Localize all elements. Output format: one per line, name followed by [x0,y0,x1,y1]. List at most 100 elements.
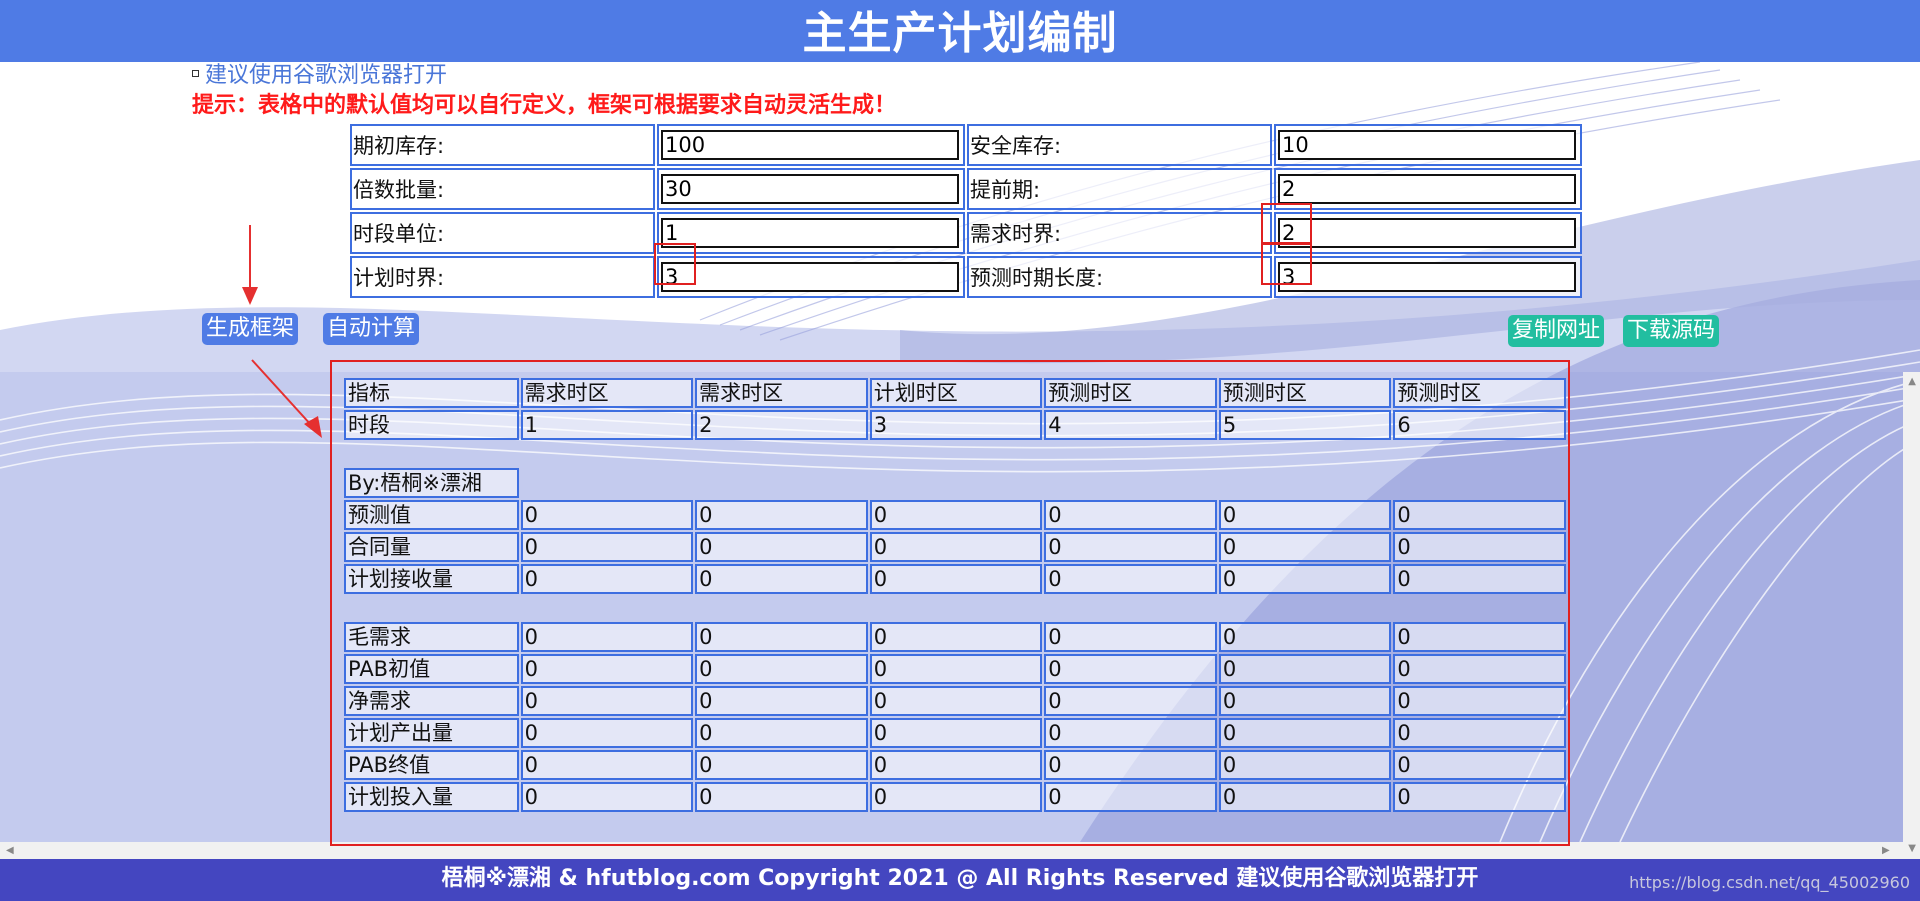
param-row: 倍数批量: 提前期: [350,168,1582,210]
down-arrow-icon [242,225,258,305]
scroll-up-icon[interactable]: ▲ [1908,376,1916,387]
param-label: 提前期: [967,168,1272,210]
scroll-right-icon[interactable]: ▶ [1882,845,1890,856]
metric-row: 计划投入量 0 0 0 0 0 0 [344,782,1566,812]
value-cell: 0 [520,718,694,748]
source-watermark: https://blog.csdn.net/qq_45002960 [1629,873,1910,892]
tip-text: 提示：表格中的默认值均可以自行定义，框架可根据要求自动灵活生成！ [192,93,897,118]
param-label: 预测时期长度: [967,256,1272,298]
metric-row: 净需求 0 0 0 0 0 0 [344,686,1566,716]
value-cell: 0 [1393,564,1566,594]
period-unit-input[interactable] [661,218,959,248]
value-cell: 0 [520,654,694,684]
initial-inventory-input[interactable] [661,130,959,160]
metric-label: 计划产出量 [344,718,519,748]
value-cell: 0 [695,532,868,562]
value-cell: 0 [1393,622,1566,652]
download-source-button[interactable]: 下载源码 [1623,315,1720,347]
param-label: 安全库存: [967,124,1272,166]
value-cell: 0 [1044,718,1217,748]
value-cell: 0 [695,654,868,684]
value-cell: 0 [1218,782,1392,812]
value-cell: 0 [1393,532,1566,562]
mps-grid: 指标 需求时区 需求时区 计划时区 预测时区 预测时区 预测时区 时段 1 2 … [342,376,1568,814]
copy-url-button[interactable]: 复制网址 [1508,315,1605,347]
value-cell: 0 [520,750,694,780]
value-cell: 0 [869,500,1043,530]
bullet-icon [192,69,199,77]
param-row: 计划时界: 预测时期长度: [350,256,1582,298]
zone-row: 指标 需求时区 需求时区 计划时区 预测时区 预测时区 预测时区 [344,378,1566,408]
value-cell: 0 [869,782,1043,812]
demand-time-fence-input[interactable] [1278,218,1576,248]
page-header: 主生产计划编制 [0,0,1920,62]
browser-recommendation-link[interactable]: 建议使用谷歌浏览器打开 [192,63,447,89]
value-cell: 0 [1393,750,1566,780]
metric-row: PAB初值 0 0 0 0 0 0 [344,654,1566,684]
scroll-left-icon[interactable]: ◀ [6,845,14,856]
highlight-box [654,243,696,285]
value-cell: 0 [1044,750,1217,780]
param-row: 时段单位: 需求时界: [350,212,1582,254]
page-title: 主生产计划编制 [802,8,1118,59]
value-cell: 0 [695,686,868,716]
metric-label: 净需求 [344,686,519,716]
period-cell: 6 [1393,410,1566,440]
value-cell: 0 [1218,500,1392,530]
value-cell: 0 [1044,686,1217,716]
value-cell: 0 [1218,750,1392,780]
lot-multiple-input[interactable] [661,174,959,204]
value-cell: 0 [869,654,1043,684]
value-cell: 0 [520,782,694,812]
metric-label: 计划接收量 [344,564,519,594]
parameter-table: 期初库存: 安全库存: 倍数批量: 提前期: 时段单位: 需求时界: 计划时界:… [348,122,1584,300]
param-row: 期初库存: 安全库存: [350,124,1582,166]
zone-cell: 预测时区 [1044,378,1217,408]
metric-row: PAB终值 0 0 0 0 0 0 [344,750,1566,780]
lead-time-input[interactable] [1278,174,1576,204]
value-cell: 0 [869,750,1043,780]
value-cell: 0 [520,622,694,652]
value-cell: 0 [520,500,694,530]
forecast-period-length-input[interactable] [1278,262,1576,292]
metric-label: PAB初值 [344,654,519,684]
vertical-scrollbar[interactable] [1903,372,1920,859]
value-cell: 0 [695,718,868,748]
value-cell: 0 [695,622,868,652]
value-cell: 0 [1393,500,1566,530]
scroll-down-icon[interactable]: ▼ [1908,843,1916,854]
author-row: By:梧桐※漂湘 [344,468,1566,498]
param-label: 期初库存: [350,124,655,166]
value-cell: 0 [1044,622,1217,652]
value-cell: 0 [1218,532,1392,562]
value-cell: 0 [1218,686,1392,716]
zone-cell: 需求时区 [520,378,694,408]
value-cell: 0 [1044,782,1217,812]
generate-framework-button[interactable]: 生成框架 [202,313,299,345]
diagonal-arrow-icon [251,359,322,438]
zone-cell: 计划时区 [869,378,1043,408]
value-cell: 0 [695,750,868,780]
zone-cell: 预测时区 [1393,378,1566,408]
metric-label: 合同量 [344,532,519,562]
metric-label: PAB终值 [344,750,519,780]
safety-stock-input[interactable] [1278,130,1576,160]
highlight-box [1261,203,1312,244]
period-cell: 4 [1044,410,1217,440]
value-cell: 0 [869,622,1043,652]
period-label: 时段 [344,410,519,440]
param-label: 需求时界: [967,212,1272,254]
value-cell: 0 [695,782,868,812]
value-cell: 0 [1218,654,1392,684]
value-cell: 0 [1218,564,1392,594]
metric-row: 计划接收量 0 0 0 0 0 0 [344,564,1566,594]
value-cell: 0 [1393,718,1566,748]
value-cell: 0 [1044,532,1217,562]
planning-time-fence-input[interactable] [661,262,959,292]
mps-framework-area: 指标 需求时区 需求时区 计划时区 预测时区 预测时区 预测时区 时段 1 2 … [330,360,1570,846]
param-label: 时段单位: [350,212,655,254]
metric-row: 预测值 0 0 0 0 0 0 [344,500,1566,530]
metric-row: 合同量 0 0 0 0 0 0 [344,532,1566,562]
period-row: 时段 1 2 3 4 5 6 [344,410,1566,440]
auto-calculate-button[interactable]: 自动计算 [323,313,420,345]
